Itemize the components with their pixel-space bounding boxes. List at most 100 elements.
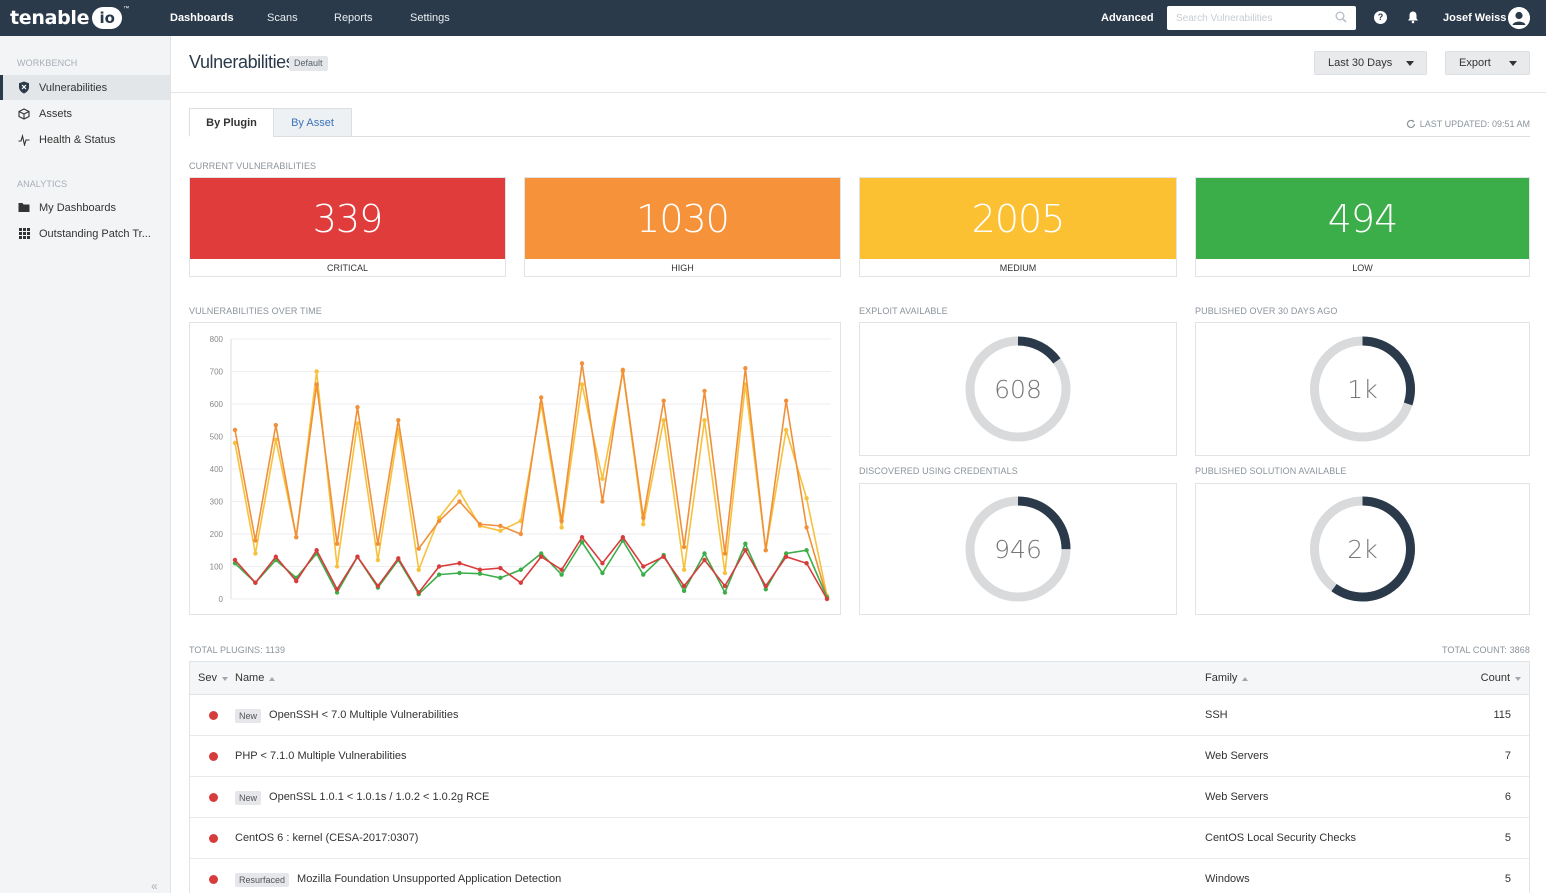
- data-point[interactable]: [539, 554, 544, 559]
- data-point[interactable]: [498, 575, 503, 581]
- data-point[interactable]: [702, 388, 707, 394]
- data-point[interactable]: [641, 522, 646, 527]
- data-point[interactable]: [722, 551, 728, 556]
- collapse-sidebar-icon[interactable]: «: [151, 879, 158, 893]
- table-row[interactable]: New OpenSSL 1.0.1 < 1.0.1s / 1.0.2 < 1.0.…: [190, 777, 1529, 818]
- data-point[interactable]: [518, 567, 523, 572]
- data-point[interactable]: [253, 551, 258, 556]
- data-point[interactable]: [294, 535, 299, 540]
- data-point[interactable]: [436, 572, 442, 577]
- data-point[interactable]: [334, 587, 340, 592]
- nav-scans[interactable]: Scans: [267, 0, 298, 36]
- data-point[interactable]: [498, 523, 503, 529]
- severity-card-low[interactable]: 494 LOW: [1195, 177, 1530, 277]
- data-point[interactable]: [641, 572, 646, 577]
- data-point[interactable]: [457, 561, 462, 566]
- table-row[interactable]: PHP < 7.1.0 Multiple Vulnerabilities Web …: [190, 736, 1529, 777]
- data-point[interactable]: [620, 367, 626, 373]
- data-point[interactable]: [232, 427, 238, 433]
- data-point[interactable]: [702, 418, 707, 423]
- column-header-name[interactable]: Name: [235, 662, 276, 695]
- sidebar-item-my-dashboards[interactable]: My Dashboards: [0, 195, 170, 220]
- data-point[interactable]: [436, 564, 442, 569]
- data-point[interactable]: [579, 382, 585, 387]
- data-point[interactable]: [763, 548, 768, 553]
- data-point[interactable]: [314, 382, 319, 387]
- data-point[interactable]: [702, 557, 707, 563]
- data-point[interactable]: [783, 427, 789, 433]
- data-point[interactable]: [641, 515, 646, 520]
- data-point[interactable]: [722, 583, 728, 589]
- data-point[interactable]: [355, 554, 360, 559]
- data-point[interactable]: [600, 476, 605, 481]
- table-row[interactable]: New OpenSSH < 7.0 Multiple Vulnerabilitie…: [190, 695, 1529, 736]
- data-point[interactable]: [457, 499, 462, 504]
- date-range-dropdown[interactable]: Last 30 Days: [1314, 51, 1427, 75]
- data-point[interactable]: [641, 564, 646, 569]
- severity-card-high[interactable]: 1030 HIGH: [524, 177, 841, 277]
- donut-panel[interactable]: 2k: [1195, 483, 1530, 615]
- table-row[interactable]: Resurfaced Mozilla Foundation Unsupported…: [190, 859, 1529, 893]
- column-header-sev[interactable]: Sev: [198, 662, 228, 695]
- sidebar-item-assets[interactable]: Assets: [0, 101, 170, 126]
- data-point[interactable]: [396, 418, 401, 423]
- data-point[interactable]: [457, 489, 462, 494]
- bell-icon[interactable]: [1406, 10, 1420, 24]
- data-point[interactable]: [314, 548, 319, 553]
- data-point[interactable]: [457, 570, 462, 576]
- data-point[interactable]: [477, 571, 483, 576]
- data-point[interactable]: [681, 588, 687, 594]
- data-point[interactable]: [416, 567, 421, 572]
- data-point[interactable]: [661, 418, 666, 423]
- data-point[interactable]: [559, 572, 564, 577]
- donut-panel[interactable]: 946: [859, 483, 1177, 615]
- data-point[interactable]: [702, 551, 707, 556]
- data-point[interactable]: [314, 369, 319, 374]
- data-point[interactable]: [763, 583, 768, 589]
- data-point[interactable]: [743, 548, 748, 553]
- vulns-over-time-chart[interactable]: 0 100 200 300 400 500 600 700 800: [190, 323, 840, 614]
- data-point[interactable]: [477, 567, 483, 572]
- sidebar-item-outstanding-patch[interactable]: Outstanding Patch Tr...: [0, 221, 170, 246]
- column-header-count[interactable]: Count: [1481, 662, 1521, 695]
- nav-dashboards[interactable]: Dashboards: [170, 0, 234, 36]
- advanced-search-link[interactable]: Advanced: [1101, 0, 1154, 36]
- data-point[interactable]: [681, 544, 687, 550]
- data-point[interactable]: [539, 395, 544, 400]
- table-row[interactable]: CentOS 6 : kernel (CESA-2017:0307) CentOS…: [190, 818, 1529, 859]
- data-point[interactable]: [294, 578, 299, 584]
- donut-panel[interactable]: 1k: [1195, 322, 1530, 456]
- user-name[interactable]: Josef Weiss: [1443, 0, 1506, 36]
- data-point[interactable]: [579, 535, 585, 540]
- avatar-icon[interactable]: [1508, 7, 1530, 29]
- data-point[interactable]: [743, 366, 748, 371]
- data-point[interactable]: [273, 554, 279, 559]
- help-icon[interactable]: ?: [1374, 11, 1387, 24]
- tab-by-asset[interactable]: By Asset: [273, 108, 352, 137]
- data-point[interactable]: [436, 518, 442, 524]
- sidebar-item-vulnerabilities[interactable]: Vulnerabilities: [0, 75, 170, 100]
- search-input[interactable]: [1167, 6, 1327, 30]
- data-point[interactable]: [518, 580, 523, 585]
- data-point[interactable]: [722, 590, 728, 595]
- tenable-logo[interactable]: tenable io ™: [10, 4, 129, 32]
- data-point[interactable]: [804, 548, 809, 553]
- data-point[interactable]: [559, 518, 564, 524]
- data-point[interactable]: [253, 538, 258, 543]
- data-point[interactable]: [273, 422, 279, 428]
- data-point[interactable]: [375, 541, 381, 546]
- donut-panel[interactable]: 608: [859, 322, 1177, 456]
- data-point[interactable]: [518, 531, 523, 537]
- data-point[interactable]: [600, 499, 605, 504]
- data-point[interactable]: [804, 496, 809, 501]
- search-icon[interactable]: [1335, 11, 1347, 23]
- data-point[interactable]: [722, 570, 728, 576]
- data-point[interactable]: [661, 398, 666, 403]
- refresh-icon[interactable]: [1406, 119, 1416, 129]
- tab-by-plugin[interactable]: By Plugin: [189, 108, 274, 137]
- data-point[interactable]: [396, 556, 401, 561]
- data-point[interactable]: [661, 554, 666, 559]
- data-point[interactable]: [355, 405, 360, 410]
- data-point[interactable]: [375, 583, 381, 589]
- data-point[interactable]: [579, 361, 585, 366]
